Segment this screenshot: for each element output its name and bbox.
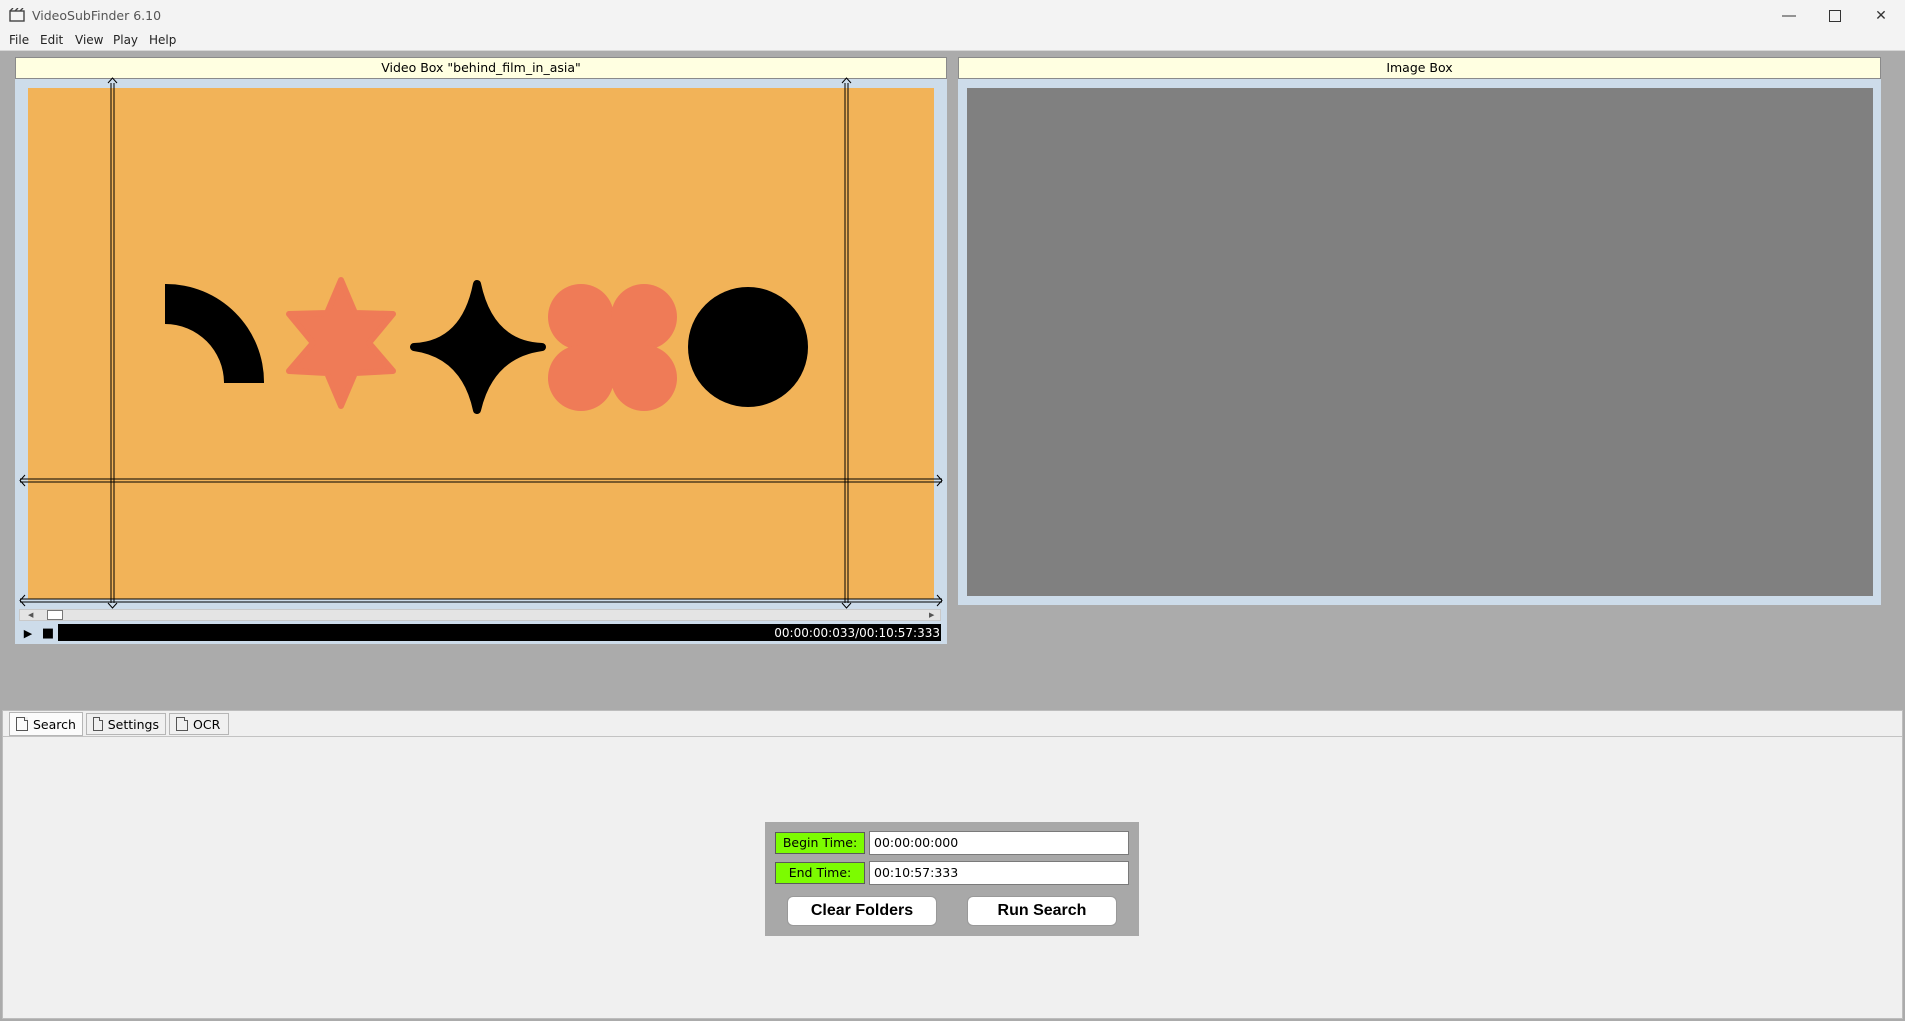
image-frame <box>967 88 1873 596</box>
tab-strip <box>3 711 1902 737</box>
play-icon: ▶ <box>23 626 33 640</box>
image-box-title: Image Box <box>958 57 1881 79</box>
window-title: VideoSubFinder 6.10 <box>32 8 162 23</box>
clear-folders-button[interactable]: Clear Folders <box>787 896 937 926</box>
play-button[interactable]: ▶ <box>20 625 36 641</box>
maximize-icon <box>1829 9 1841 22</box>
app-icon <box>9 8 25 22</box>
menu-help[interactable]: Help <box>149 33 176 47</box>
crop-guides[interactable] <box>15 77 947 609</box>
time-readout: 00:00:00:033/00:10:57:333 <box>774 626 940 640</box>
menu-view[interactable]: View <box>75 33 103 47</box>
scroll-left-icon[interactable]: ◀ <box>28 611 33 619</box>
stop-icon: ■ <box>41 625 55 641</box>
tab-ocr[interactable]: OCR <box>169 713 229 735</box>
document-icon <box>16 717 28 731</box>
close-button[interactable]: ✕ <box>1858 0 1904 31</box>
menu-bar <box>0 31 1905 51</box>
scroll-right-icon[interactable]: ▶ <box>929 611 934 619</box>
document-icon <box>176 717 188 731</box>
tab-settings[interactable]: Settings <box>86 713 166 735</box>
video-scrollbar[interactable]: ◀ ▶ <box>19 609 941 621</box>
minimize-icon: ― <box>1782 7 1796 24</box>
tab-ocr-label: OCR <box>193 716 221 732</box>
scroll-thumb[interactable] <box>47 610 63 620</box>
run-search-button[interactable]: Run Search <box>967 896 1117 926</box>
maximize-button[interactable] <box>1812 0 1858 31</box>
tab-search[interactable]: Search <box>9 712 83 736</box>
menu-file[interactable]: File <box>9 33 29 47</box>
end-time-input[interactable]: 00:10:57:333 <box>869 861 1129 885</box>
stop-button[interactable]: ■ <box>40 625 56 641</box>
close-icon: ✕ <box>1875 7 1887 24</box>
title-bar <box>0 0 1905 31</box>
tab-search-label: Search <box>33 716 76 732</box>
menu-play[interactable]: Play <box>113 33 138 47</box>
minimize-button[interactable]: ― <box>1766 0 1812 31</box>
menu-edit[interactable]: Edit <box>40 33 63 47</box>
tab-settings-label: Settings <box>107 716 159 732</box>
begin-time-label: Begin Time: <box>775 832 865 854</box>
document-icon <box>93 717 103 731</box>
begin-time-input[interactable]: 00:00:00:000 <box>869 831 1129 855</box>
end-time-label: End Time: <box>775 862 865 884</box>
video-box-title: Video Box "behind_film_in_asia" <box>15 57 947 79</box>
